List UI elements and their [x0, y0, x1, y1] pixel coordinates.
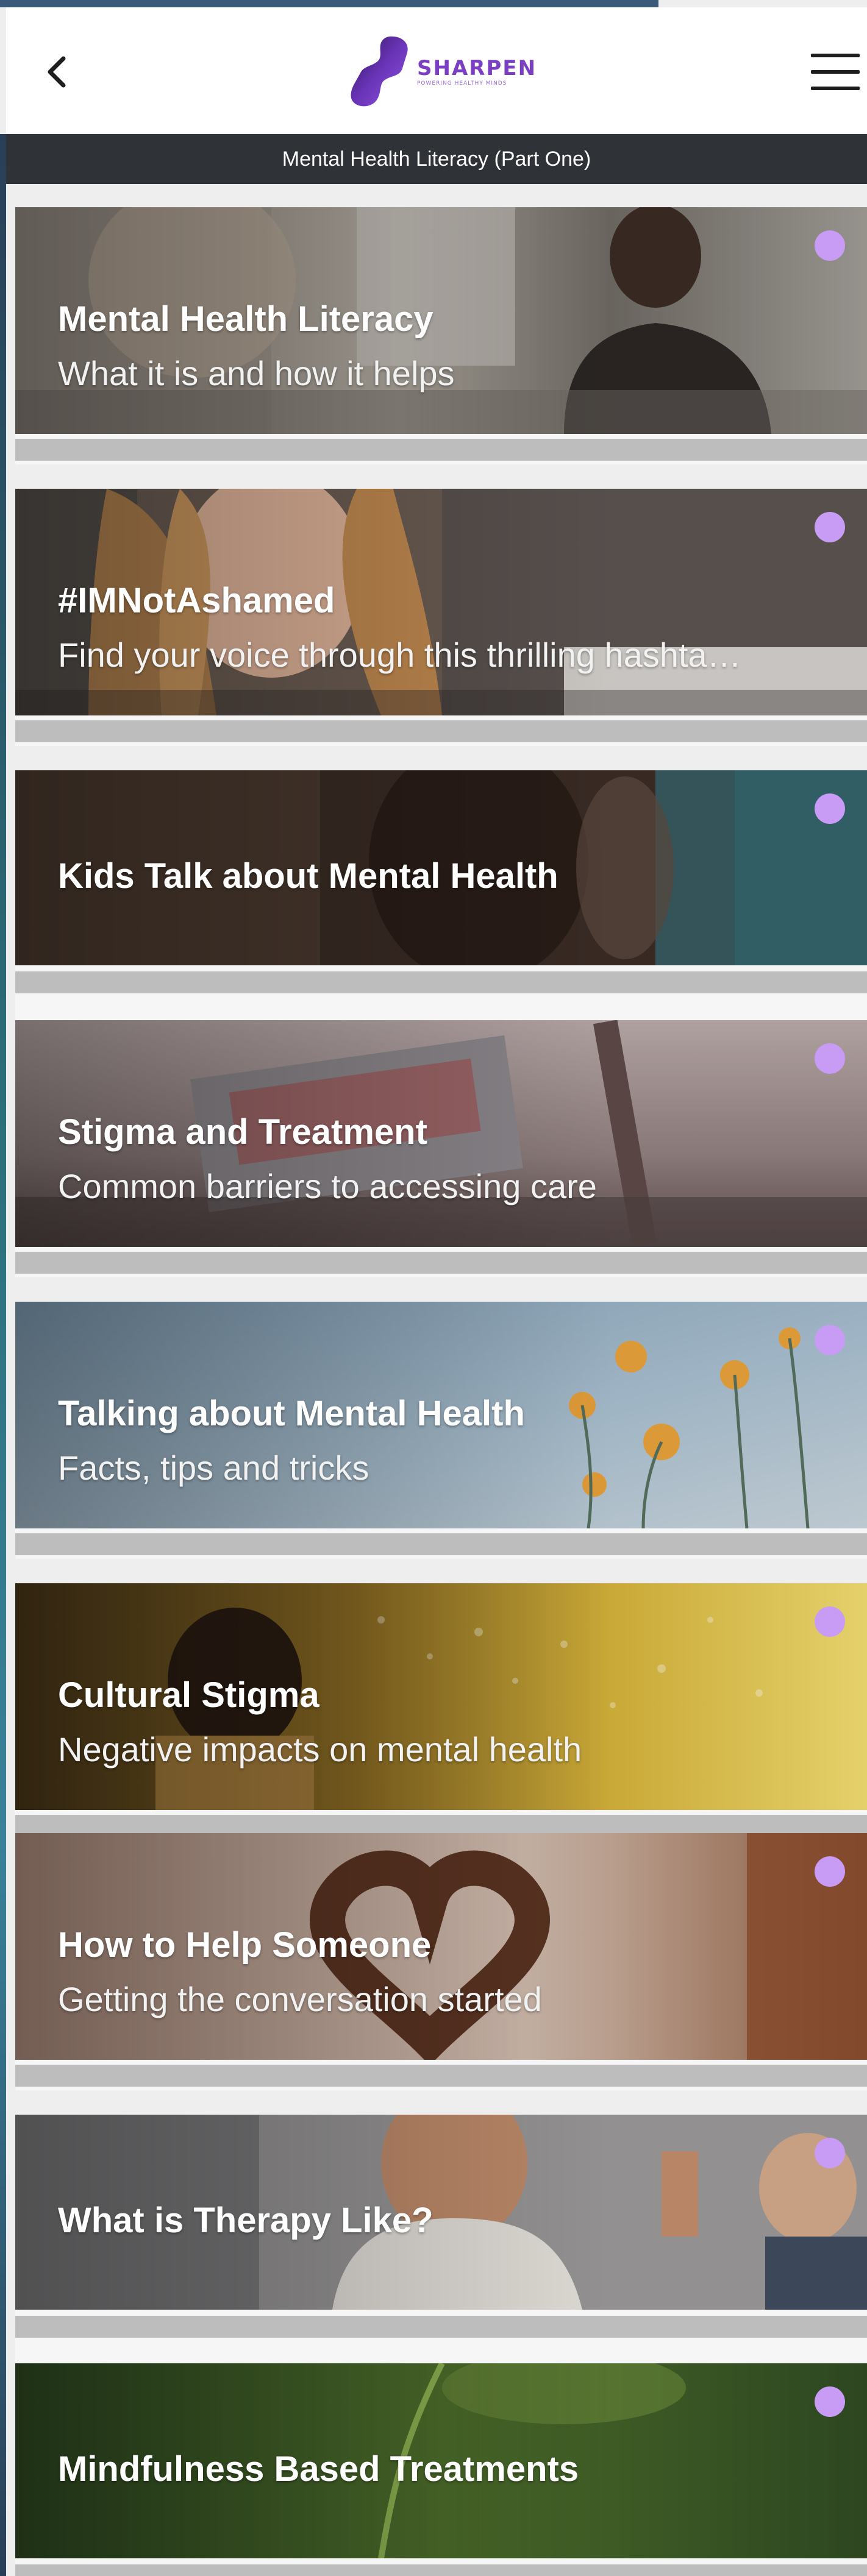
lesson-subtitle: Facts, tips and tricks: [58, 1449, 369, 1487]
progress-bar: [15, 1252, 867, 1274]
lesson-card-mental-health-literacy[interactable]: Mental Health Literacy What it is and ho…: [15, 207, 867, 464]
lesson-title: Cultural Stigma: [58, 1675, 319, 1715]
lesson-card-kids-talk[interactable]: Kids Talk about Mental Health: [15, 770, 867, 1027]
lesson-card-what-is-therapy-like[interactable]: What is Therapy Like?: [15, 2115, 867, 2372]
lesson-title: Talking about Mental Health: [58, 1394, 525, 1433]
status-dot: [815, 2138, 845, 2168]
window-edge-left: [0, 134, 6, 2576]
hamburger-menu-icon: [811, 54, 860, 57]
progress-bar: [15, 439, 867, 461]
logo-tagline: POWERING HEALTHY MINDS: [417, 80, 507, 87]
lesson-title: How to Help Someone: [58, 1925, 432, 1965]
progress-bar: [15, 971, 867, 993]
lesson-subtitle: Find your voice through this thrilling h…: [58, 636, 741, 674]
sharpen-logo-mark-icon: [351, 36, 408, 107]
progress-bar: [15, 1815, 867, 1833]
lesson-subtitle: Negative impacts on mental health: [58, 1730, 582, 1769]
lesson-title: Kids Talk about Mental Health: [58, 856, 558, 896]
lesson-title: Mental Health Literacy: [58, 299, 434, 339]
lesson-title: Mindfulness Based Treatments: [58, 2449, 579, 2489]
lesson-subtitle: Common barriers to accessing care: [58, 1167, 597, 1205]
status-dot: [815, 512, 845, 542]
status-dot: [815, 793, 845, 824]
status-dot: [815, 230, 845, 261]
logo-name: SHARPEN: [417, 56, 537, 80]
sharpen-logo: SHARPEN POWERING HEALTHY MINDS: [346, 32, 554, 111]
progress-bar: [15, 2316, 867, 2338]
lesson-subtitle: What it is and how it helps: [58, 354, 455, 392]
section-title-bar: Mental Health Literacy (Part One): [6, 134, 867, 184]
lesson-card-im-not-ashamed[interactable]: #IMNotAshamed Find your voice through th…: [15, 489, 867, 746]
back-button[interactable]: [38, 54, 74, 90]
status-dot: [815, 2386, 845, 2417]
lesson-card-cultural-stigma[interactable]: Cultural Stigma Negative impacts on ment…: [15, 1583, 867, 1840]
lesson-card-stigma-and-treatment[interactable]: Stigma and Treatment Common barriers to …: [15, 1020, 867, 1277]
status-dot: [815, 1606, 845, 1637]
section-title: Mental Health Literacy (Part One): [282, 147, 591, 171]
progress-bar: [15, 2564, 867, 2576]
app-screen: SHARPEN POWERING HEALTHY MINDS Mental He…: [0, 0, 867, 2576]
lesson-card-how-to-help-someone[interactable]: How to Help Someone Getting the conversa…: [15, 1833, 867, 2090]
progress-bar: [15, 2065, 867, 2087]
chevron-left-icon: [48, 56, 66, 88]
status-dot: [815, 1325, 845, 1355]
progress-bar: [15, 1533, 867, 1555]
status-dot: [815, 1043, 845, 1074]
lesson-card-mindfulness-based-treatments[interactable]: Mindfulness Based Treatments: [15, 2363, 867, 2576]
window-edge-top: [0, 0, 658, 7]
app-header: SHARPEN POWERING HEALTHY MINDS: [6, 7, 867, 134]
lesson-card-talking-about-mental-health[interactable]: Talking about Mental Health Facts, tips …: [15, 1302, 867, 1559]
lesson-title: #IMNotAshamed: [58, 581, 335, 620]
lesson-title: What is Therapy Like?: [58, 2201, 434, 2240]
lesson-subtitle: Getting the conversation started: [58, 1980, 542, 2018]
progress-bar: [15, 720, 867, 742]
status-dot: [815, 1856, 845, 1887]
menu-button[interactable]: [811, 50, 860, 94]
lesson-title: Stigma and Treatment: [58, 1112, 427, 1152]
